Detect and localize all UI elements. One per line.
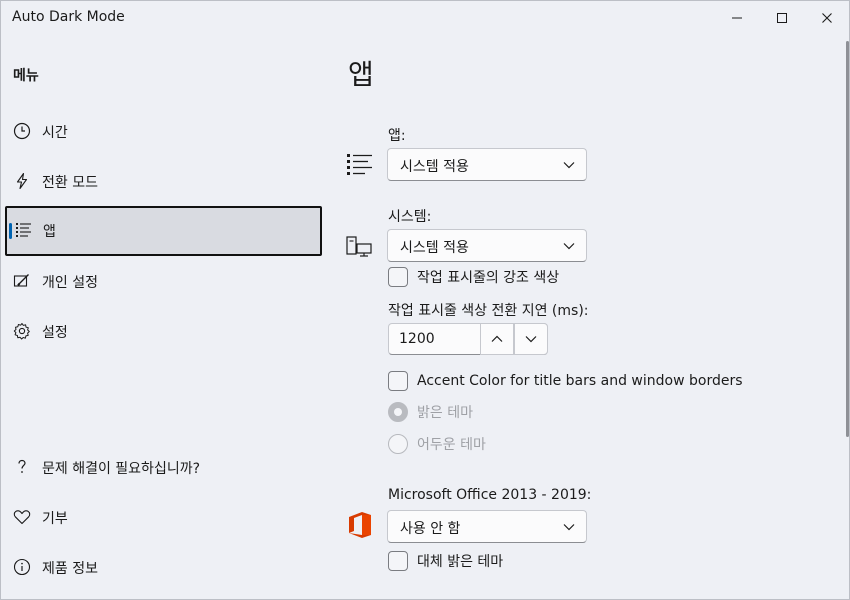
dropdown-value: 시스템 적용 bbox=[400, 159, 469, 175]
pc-icon bbox=[345, 233, 373, 261]
increment-button[interactable] bbox=[480, 323, 514, 355]
sidebar-item-label: 설정 bbox=[42, 325, 68, 341]
minimize-icon bbox=[732, 17, 742, 19]
chevron-down-icon bbox=[525, 336, 537, 343]
dropdown-value: 사용 안 함 bbox=[400, 521, 461, 537]
sidebar-item-label: 문제 해결이 필요하십니까? bbox=[42, 461, 201, 477]
maximize-button[interactable] bbox=[759, 1, 805, 35]
info-icon bbox=[13, 558, 31, 576]
maximize-icon bbox=[777, 13, 787, 23]
checkbox-label: 작업 표시줄의 강조 색상 bbox=[417, 270, 560, 286]
checkbox-label: Accent Color for title bars and window b… bbox=[417, 373, 743, 389]
accent-title-checkbox[interactable] bbox=[388, 371, 408, 391]
clock-icon bbox=[13, 122, 31, 140]
window-title: Auto Dark Mode bbox=[12, 9, 125, 25]
sidebar-item-donate[interactable]: 기부 bbox=[5, 493, 322, 541]
title-bar: Auto Dark Mode bbox=[1, 1, 849, 37]
radio-light-theme[interactable]: 밝은 테마 bbox=[388, 402, 473, 422]
chevron-down-icon bbox=[563, 162, 575, 169]
accent-title-checkbox-row[interactable]: Accent Color for title bars and window b… bbox=[388, 371, 743, 391]
sidebar-item-label: 개인 설정 bbox=[42, 275, 98, 291]
office-icon bbox=[347, 510, 375, 538]
system-label: 시스템: bbox=[388, 209, 432, 225]
radio-label: 어두운 테마 bbox=[417, 437, 486, 453]
sidebar-item-personalize[interactable]: 개인 설정 bbox=[5, 257, 322, 305]
sidebar-item-label: 제품 정보 bbox=[42, 561, 98, 577]
personalize-icon bbox=[13, 272, 31, 290]
sidebar-item-about[interactable]: 제품 정보 bbox=[5, 543, 322, 591]
apps-theme-dropdown[interactable]: 시스템 적용 bbox=[387, 148, 587, 181]
chevron-down-icon bbox=[563, 524, 575, 531]
sidebar-item-label: 시간 bbox=[42, 125, 68, 141]
close-icon bbox=[822, 13, 832, 23]
menu-heading: 메뉴 bbox=[13, 68, 39, 84]
close-button[interactable] bbox=[804, 1, 849, 35]
sidebar-item-label: 전환 모드 bbox=[42, 175, 98, 191]
radio-button[interactable] bbox=[388, 402, 408, 422]
taskbar-accent-checkbox[interactable] bbox=[388, 267, 408, 287]
alt-light-checkbox[interactable] bbox=[388, 551, 408, 571]
minimize-button[interactable] bbox=[714, 1, 760, 35]
dropdown-value: 시스템 적용 bbox=[400, 240, 469, 256]
apps-label: 앱: bbox=[388, 128, 406, 144]
heart-icon bbox=[13, 508, 31, 526]
sidebar-item-settings[interactable]: 설정 bbox=[5, 307, 322, 355]
sidebar-item-label: 앱 bbox=[43, 224, 56, 240]
chevron-down-icon bbox=[563, 243, 575, 250]
office-theme-dropdown[interactable]: 사용 안 함 bbox=[387, 510, 587, 543]
sidebar-item-apps[interactable]: 앱 bbox=[5, 206, 322, 256]
taskbar-accent-checkbox-row[interactable]: 작업 표시줄의 강조 색상 bbox=[388, 267, 559, 287]
alt-light-checkbox-row[interactable]: 대체 밝은 테마 bbox=[388, 551, 503, 571]
chevron-up-icon bbox=[491, 335, 503, 342]
lightning-icon bbox=[13, 172, 31, 190]
checkbox-label: 대체 밝은 테마 bbox=[417, 554, 504, 570]
office-label: Microsoft Office 2013 - 2019: bbox=[388, 487, 592, 503]
radio-label: 밝은 테마 bbox=[417, 405, 473, 421]
radio-dark-theme[interactable]: 어두운 테마 bbox=[388, 434, 486, 454]
delay-number-box: 1200 bbox=[388, 323, 548, 355]
delay-label: 작업 표시줄 색상 전환 지연 (ms): bbox=[388, 303, 589, 319]
sidebar-item-switch-mode[interactable]: 전환 모드 bbox=[5, 157, 322, 205]
page-title: 앱 bbox=[348, 58, 374, 91]
radio-button[interactable] bbox=[388, 434, 408, 454]
app-window: Auto Dark Mode 메뉴 시간 전환 모드 앱 개인 설정 설정 문제… bbox=[0, 0, 850, 600]
decrement-button[interactable] bbox=[514, 323, 548, 355]
sidebar-item-time[interactable]: 시간 bbox=[5, 107, 322, 155]
question-icon bbox=[13, 458, 31, 476]
selection-indicator bbox=[9, 223, 12, 239]
list-icon bbox=[346, 151, 374, 179]
gear-icon bbox=[13, 322, 31, 340]
scrollbar[interactable] bbox=[846, 41, 849, 437]
delay-input[interactable]: 1200 bbox=[399, 331, 435, 347]
list-icon bbox=[15, 221, 33, 239]
system-theme-dropdown[interactable]: 시스템 적용 bbox=[387, 229, 587, 262]
sidebar-item-troubleshoot[interactable]: 문제 해결이 필요하십니까? bbox=[5, 443, 322, 491]
sidebar-item-label: 기부 bbox=[42, 511, 68, 527]
